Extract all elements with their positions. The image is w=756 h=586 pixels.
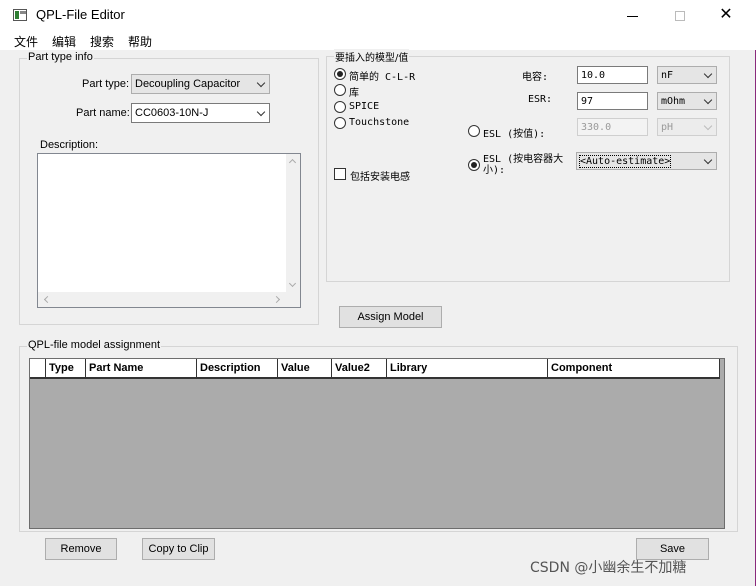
part-type-dropdown[interactable]: Decoupling Capacitor — [131, 74, 270, 94]
esr-value: 97 — [581, 96, 594, 107]
menu-bar: 文件 编辑 搜索 帮助 — [0, 30, 756, 50]
part-type-value: Decoupling Capacitor — [135, 78, 241, 90]
column-description[interactable]: Description — [197, 359, 278, 377]
column-part-name[interactable]: Part Name — [86, 359, 197, 377]
column-type[interactable]: Type — [46, 359, 86, 377]
title-bar: QPL-File Editor ✕ — [0, 0, 756, 30]
scrollbar-corner — [286, 292, 300, 307]
esl-value-input[interactable]: 330.0 — [577, 118, 648, 136]
assignment-grid-header: Type Part Name Description Value Value2 … — [30, 359, 720, 379]
column-library[interactable]: Library — [387, 359, 548, 377]
radio-library-label: 库 — [349, 88, 359, 99]
minimize-icon — [626, 15, 638, 17]
part-name-combobox[interactable]: CC0603-10N-J — [131, 103, 270, 123]
close-icon: ✕ — [719, 6, 733, 23]
description-horizontal-scrollbar[interactable] — [38, 292, 286, 307]
scroll-right-icon[interactable] — [272, 295, 281, 304]
description-textarea[interactable] — [37, 153, 301, 308]
chevron-down-icon — [256, 78, 266, 88]
capacitance-unit-dropdown[interactable]: nF — [657, 66, 717, 84]
assign-model-button[interactable]: Assign Model — [339, 306, 442, 328]
part-type-info-title: Part type info — [27, 51, 94, 63]
include-mounting-label: 包括安装电感 — [350, 172, 410, 183]
menu-file[interactable]: 文件 — [14, 33, 38, 50]
esl-unit-dropdown[interactable]: pH — [657, 118, 717, 136]
description-label: Description: — [40, 139, 99, 151]
assignment-grid[interactable]: Type Part Name Description Value Value2 … — [29, 358, 725, 529]
part-name-label: Part name: — [76, 107, 130, 119]
app-icon — [13, 9, 27, 21]
qpl-editor-window: QPL-File Editor ✕ 文件 编辑 搜索 帮助 Part type … — [0, 0, 756, 586]
description-vertical-scrollbar[interactable] — [286, 154, 300, 292]
radio-simple-clr[interactable] — [334, 68, 346, 80]
chevron-down-icon — [703, 95, 713, 105]
capacitance-label: 电容: — [522, 72, 549, 83]
assignment-title: QPL-file model assignment — [27, 339, 162, 351]
esr-input[interactable]: 97 — [577, 92, 648, 110]
chevron-down-icon — [703, 121, 713, 131]
column-component[interactable]: Component — [548, 359, 720, 377]
radio-spice-label: SPICE — [349, 101, 380, 112]
radio-esl-by-size-label: ESL (按电容器大小): — [483, 154, 564, 176]
copy-to-clip-button[interactable]: Copy to Clip — [142, 538, 215, 560]
esr-unit-value: mOhm — [661, 96, 686, 107]
scroll-up-icon[interactable] — [288, 158, 297, 167]
radio-esl-by-value[interactable] — [468, 125, 480, 137]
row-header-cell — [30, 359, 46, 377]
radio-esl-by-value-label: ESL (按值): — [483, 129, 546, 140]
esr-unit-dropdown[interactable]: mOhm — [657, 92, 717, 110]
part-type-label: Part type: — [82, 78, 130, 90]
remove-button[interactable]: Remove — [45, 538, 117, 560]
chevron-down-icon — [256, 107, 266, 117]
assignment-grid-inner: Type Part Name Description Value Value2 … — [30, 359, 724, 528]
close-button[interactable]: ✕ — [706, 4, 746, 26]
esr-label: ESR: — [528, 94, 553, 105]
menu-edit[interactable]: 编辑 — [52, 33, 76, 50]
radio-spice[interactable] — [334, 101, 346, 113]
radio-library[interactable] — [334, 84, 346, 96]
radio-touchstone-label: Touchstone — [349, 117, 410, 128]
include-mounting-checkbox[interactable] — [334, 168, 346, 180]
model-insert-title: 要插入的模型/值 — [334, 49, 410, 64]
esl-size-dropdown[interactable]: <Auto-estimate> — [576, 152, 717, 170]
scroll-down-icon[interactable] — [288, 279, 297, 288]
capacitance-unit-value: nF — [661, 70, 674, 81]
radio-esl-by-size[interactable] — [468, 159, 480, 171]
menu-search[interactable]: 搜索 — [90, 33, 114, 50]
esl-value: 330.0 — [581, 122, 612, 133]
window-title: QPL-File Editor — [36, 7, 125, 22]
chevron-down-icon — [703, 69, 713, 79]
chevron-down-icon — [703, 155, 713, 165]
capacitance-value: 10.0 — [581, 70, 606, 81]
scroll-left-icon[interactable] — [43, 295, 52, 304]
maximize-icon — [675, 11, 685, 22]
csdn-watermark: CSDN @小幽余生不加糖 — [530, 560, 687, 576]
radio-simple-clr-label: 简单的 C-L-R — [349, 72, 416, 83]
esl-unit-value: pH — [661, 122, 674, 133]
column-value[interactable]: Value — [278, 359, 332, 377]
column-value2[interactable]: Value2 — [332, 359, 387, 377]
part-name-value: CC0603-10N-J — [135, 107, 209, 119]
assignment-grid-body — [30, 379, 724, 528]
minimize-button[interactable] — [612, 4, 652, 26]
menu-help[interactable]: 帮助 — [128, 33, 152, 50]
capacitance-input[interactable]: 10.0 — [577, 66, 648, 84]
maximize-button[interactable] — [660, 4, 700, 26]
esl-size-value: <Auto-estimate> — [578, 155, 672, 168]
radio-touchstone[interactable] — [334, 117, 346, 129]
